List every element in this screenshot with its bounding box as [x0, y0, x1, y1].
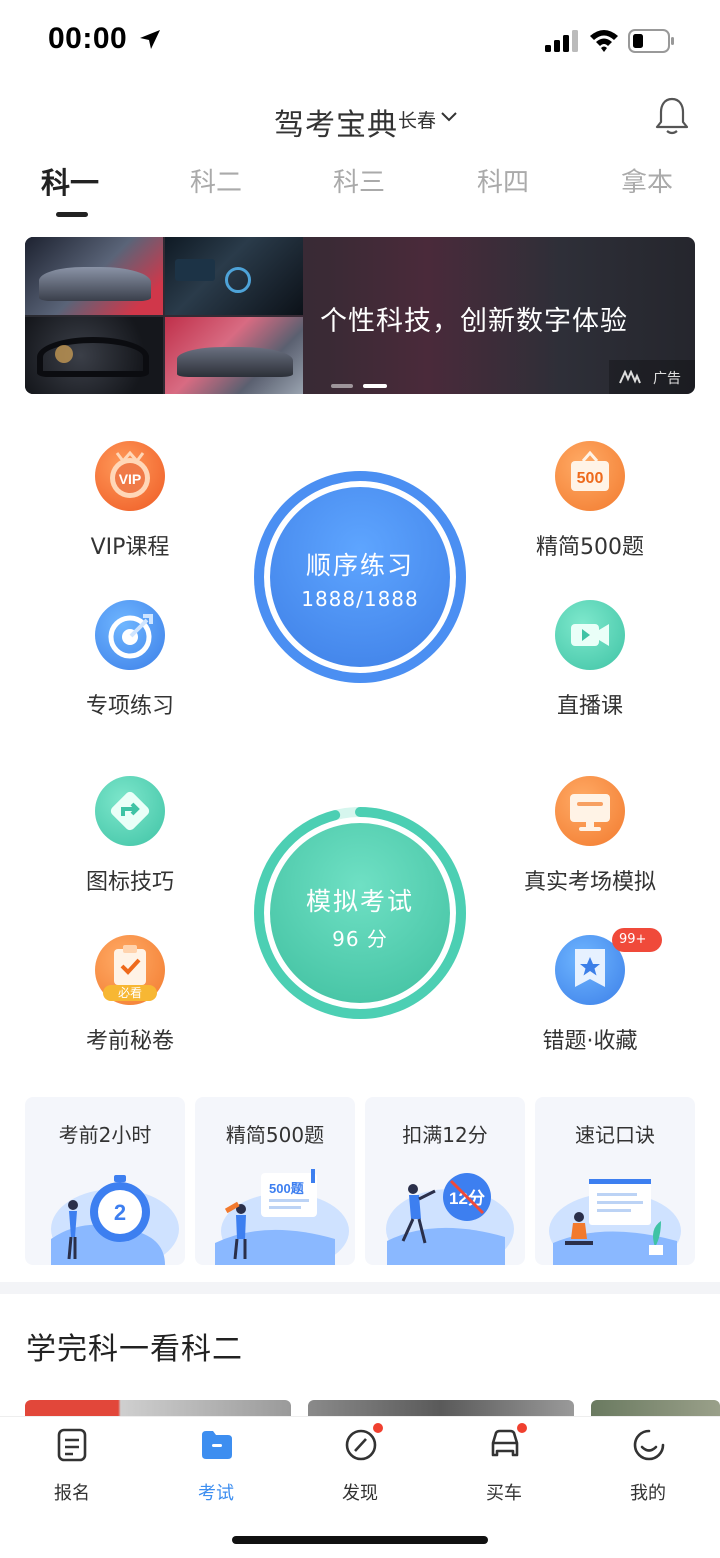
status-time: 00:00	[48, 22, 128, 55]
feature-label: 错题·收藏	[542, 1029, 638, 1054]
feature-real-exam-sim[interactable]: 真实考场模拟	[500, 776, 680, 906]
feature-label: VIP课程	[90, 535, 170, 560]
nav-notification-dot	[515, 1421, 529, 1435]
ad-label: 广告	[653, 371, 681, 387]
smile-icon	[633, 1429, 665, 1461]
vip-icon: VIP	[95, 441, 165, 511]
card-2-hours-before[interactable]: 考前2小时 2	[25, 1097, 185, 1265]
feature-vip-course[interactable]: VIP VIP课程	[40, 441, 220, 571]
pager-dot-active	[363, 384, 387, 388]
wifi-icon	[590, 30, 618, 52]
feature-500-questions[interactable]: 500 精简500题	[500, 441, 680, 571]
feature-label: 图标技巧	[85, 870, 174, 895]
battery-icon	[628, 29, 674, 53]
feature-label: 精简500题	[536, 535, 644, 560]
card-500-questions[interactable]: 精简500题 500题	[195, 1097, 355, 1265]
mnemonic-board-icon	[549, 1179, 681, 1265]
active-tab-indicator	[56, 212, 88, 217]
home-indicator	[232, 1536, 488, 1544]
location-arrow-icon	[140, 30, 160, 49]
tab-ke1[interactable]: 科一	[41, 160, 99, 202]
nav-label: 买车	[486, 1483, 522, 1504]
card-12-points[interactable]: 扣满12分 12分	[365, 1097, 525, 1265]
road-sign-icon	[95, 776, 165, 846]
status-bar: 00:00	[0, 0, 720, 80]
card-title: 考前2小时	[58, 1123, 152, 1147]
svg-text:VIP: VIP	[119, 471, 142, 487]
feature-label: 直播课	[556, 694, 623, 719]
card-mnemonics[interactable]: 速记口诀	[535, 1097, 695, 1265]
500-icon: 500	[555, 441, 625, 511]
nav-discover[interactable]: 发现	[310, 1421, 410, 1507]
top-header: 驾考宝典 长春	[0, 90, 720, 150]
banner-cockpit-image	[25, 317, 163, 394]
feature-live-course[interactable]: 直播课	[500, 600, 680, 730]
card-title: 扣满12分	[402, 1123, 488, 1147]
nav-label: 报名	[54, 1483, 90, 1504]
feature-label: 专项练习	[85, 694, 174, 719]
practice-progress-text: 1888/1888	[301, 587, 419, 611]
feature-label: 真实考场模拟	[523, 870, 656, 895]
feature-special-practice[interactable]: 专项练习	[40, 600, 220, 730]
feature-sign-tips[interactable]: 图标技巧	[40, 776, 220, 906]
live-video-icon	[555, 600, 625, 670]
svg-text:500: 500	[577, 470, 604, 487]
nav-notification-dot	[371, 1421, 385, 1435]
nav-buy-car[interactable]: 买车	[454, 1421, 554, 1507]
nav-label: 我的	[630, 1483, 666, 1504]
exam-tag-text: 必看	[118, 986, 142, 1000]
section-divider	[0, 1282, 720, 1294]
section-title: 学完科一看科二	[26, 1332, 243, 1367]
wrong-count-badge: 99+	[612, 928, 662, 952]
ad-network-logo-icon	[619, 370, 641, 384]
tab-ke2[interactable]: 科二	[190, 162, 242, 199]
nav-register[interactable]: 报名	[22, 1427, 122, 1507]
nav-mine[interactable]: 我的	[598, 1427, 698, 1507]
banner-pager	[331, 373, 397, 392]
mock-exam-title: 模拟考试	[305, 887, 414, 916]
exam-folder-icon	[202, 1431, 232, 1459]
svg-text:500题: 500题	[269, 1181, 305, 1196]
svg-text:2: 2	[114, 1200, 126, 1225]
exam-paper-icon: 必看	[95, 935, 165, 1005]
nav-label: 考试	[198, 1483, 234, 1504]
stopwatch-2-icon: 2	[51, 1175, 179, 1265]
ad-tag: 广告	[609, 360, 695, 394]
card-title: 速记口诀	[575, 1123, 655, 1147]
card-title: 精简500题	[225, 1123, 325, 1147]
mock-exam-score: 96 分	[332, 927, 388, 951]
feature-label: 考前秘卷	[85, 1029, 174, 1054]
cellular-signal-icon	[545, 30, 578, 52]
500-questions-icon: 500题	[215, 1169, 349, 1265]
chevron-down-icon[interactable]	[440, 110, 458, 124]
banner-side-car-image	[165, 317, 303, 394]
app-title: 驾考宝典	[274, 108, 398, 143]
banner-dashboard-image	[165, 237, 303, 315]
tab-naben[interactable]: 拿本	[621, 162, 673, 199]
practice-title: 顺序练习	[305, 551, 414, 580]
monitor-icon	[555, 776, 625, 846]
feature-wrong-favorites[interactable]: 错题·收藏	[500, 935, 680, 1065]
register-icon	[57, 1428, 87, 1462]
sequential-practice-button[interactable]: 顺序练习 1888/1888	[253, 470, 467, 684]
banner-car-image	[25, 237, 163, 315]
pager-dot	[331, 384, 353, 388]
nav-label: 发现	[342, 1483, 378, 1504]
subject-tabs: 科一 科二 科三 科四 拿本	[0, 162, 720, 222]
banner-headline: 个性科技，创新数字体验	[320, 306, 628, 337]
12-points-icon: 12分	[386, 1173, 514, 1265]
tab-ke4[interactable]: 科四	[477, 162, 529, 199]
mock-exam-button[interactable]: 模拟考试 96 分	[253, 806, 467, 1020]
notification-bell-icon[interactable]	[654, 96, 690, 136]
feature-exam-secret[interactable]: 必看 考前秘卷	[40, 935, 220, 1065]
city-selector[interactable]: 长春	[398, 106, 436, 133]
ad-banner[interactable]: 个性科技，创新数字体验 广告	[25, 237, 695, 394]
nav-exam[interactable]: 考试	[166, 1427, 266, 1507]
target-icon	[95, 600, 165, 670]
tab-ke3[interactable]: 科三	[333, 162, 385, 199]
